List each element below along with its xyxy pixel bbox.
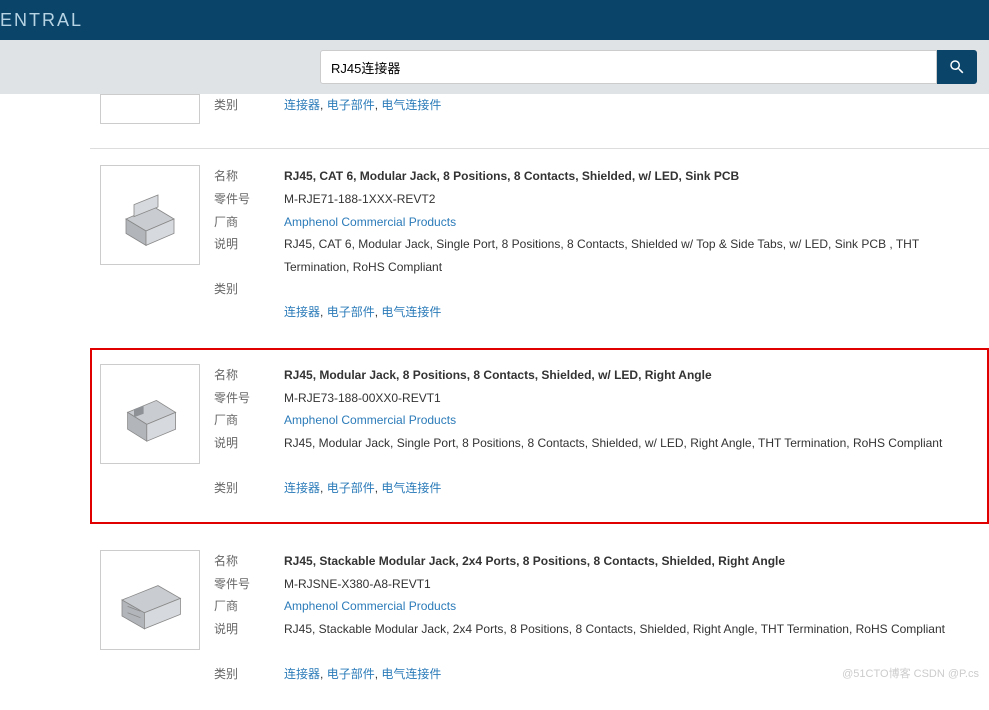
label-mfr: 厂商 (214, 211, 284, 234)
result-categories: 连接器, 电子部件, 电气连接件 (284, 477, 979, 500)
manufacturer-link[interactable]: Amphenol Commercial Products (284, 215, 456, 229)
category-link[interactable]: 电气连接件 (381, 98, 441, 112)
label-desc: 说明 (214, 432, 284, 455)
search-icon (948, 58, 966, 76)
result-thumbnail[interactable] (100, 165, 200, 265)
search-input[interactable] (320, 50, 937, 84)
label-category: 类别 (214, 278, 284, 301)
result-item: 名称 零件号 厂商 说明 类别 RJ45, Stackable Modular … (90, 534, 989, 710)
result-name: RJ45, Stackable Modular Jack, 2x4 Ports,… (284, 550, 979, 573)
result-description: RJ45, Stackable Modular Jack, 2x4 Ports,… (284, 618, 979, 641)
category-link[interactable]: 电子部件 (327, 98, 375, 112)
manufacturer-link[interactable]: Amphenol Commercial Products (284, 599, 456, 613)
label-category: 类别 (214, 663, 284, 686)
label-name: 名称 (214, 550, 284, 573)
result-thumbnail[interactable] (100, 364, 200, 464)
category-link[interactable]: 连接器 (284, 305, 320, 319)
label-name: 名称 (214, 364, 284, 387)
label-category: 类别 (214, 477, 284, 500)
result-categories: 连接器, 电子部件, 电气连接件 (284, 94, 979, 117)
connector-icon (110, 175, 190, 255)
app-title: ENTRAL (0, 10, 83, 31)
app-header: ENTRAL (0, 0, 989, 40)
label-desc: 说明 (214, 618, 284, 641)
label-name: 名称 (214, 165, 284, 188)
result-thumbnail[interactable] (100, 550, 200, 650)
search-button[interactable] (937, 50, 977, 84)
label-category: 类别 (214, 94, 284, 117)
label-part: 零件号 (214, 573, 284, 596)
result-item: 名称 零件号 厂商 说明 类别 RJ45, CAT 6, Modular Jac… (90, 148, 989, 348)
label-mfr: 厂商 (214, 595, 284, 618)
label-part: 零件号 (214, 188, 284, 211)
search-bar (0, 40, 989, 94)
result-description: RJ45, CAT 6, Modular Jack, Single Port, … (284, 233, 979, 279)
category-link[interactable]: 电子部件 (327, 305, 375, 319)
watermark: @51CTO博客 CSDN @P.cs (842, 665, 979, 681)
result-name: RJ45, Modular Jack, 8 Positions, 8 Conta… (284, 364, 979, 387)
result-name: RJ45, CAT 6, Modular Jack, 8 Positions, … (284, 165, 979, 188)
label-part: 零件号 (214, 387, 284, 410)
category-link[interactable]: 电气连接件 (381, 481, 441, 495)
result-thumbnail[interactable] (100, 94, 200, 124)
results-list: 类别 连接器, 电子部件, 电气连接件 名称 零件号 厂商 说明 类别 (0, 94, 989, 710)
category-link[interactable]: 连接器 (284, 481, 320, 495)
label-desc: 说明 (214, 233, 284, 256)
result-part-number: M-RJE71-188-1XXX-REVT2 (284, 188, 979, 211)
connector-icon (110, 560, 190, 640)
result-categories: 连接器, 电子部件, 电气连接件 (284, 301, 979, 324)
category-link[interactable]: 电气连接件 (381, 305, 441, 319)
manufacturer-link[interactable]: Amphenol Commercial Products (284, 413, 456, 427)
category-link[interactable]: 电子部件 (327, 667, 375, 681)
category-link[interactable]: 电子部件 (327, 481, 375, 495)
connector-icon (110, 374, 190, 454)
result-item-highlighted: 名称 零件号 厂商 说明 类别 RJ45, Modular Jack, 8 Po… (90, 348, 989, 524)
result-item: 类别 连接器, 电子部件, 电气连接件 (90, 94, 989, 148)
label-mfr: 厂商 (214, 409, 284, 432)
result-description: RJ45, Modular Jack, Single Port, 8 Posit… (284, 432, 979, 455)
result-part-number: M-RJE73-188-00XX0-REVT1 (284, 387, 979, 410)
result-part-number: M-RJSNE-X380-A8-REVT1 (284, 573, 979, 596)
category-link[interactable]: 电气连接件 (381, 667, 441, 681)
category-link[interactable]: 连接器 (284, 667, 320, 681)
category-link[interactable]: 连接器 (284, 98, 320, 112)
